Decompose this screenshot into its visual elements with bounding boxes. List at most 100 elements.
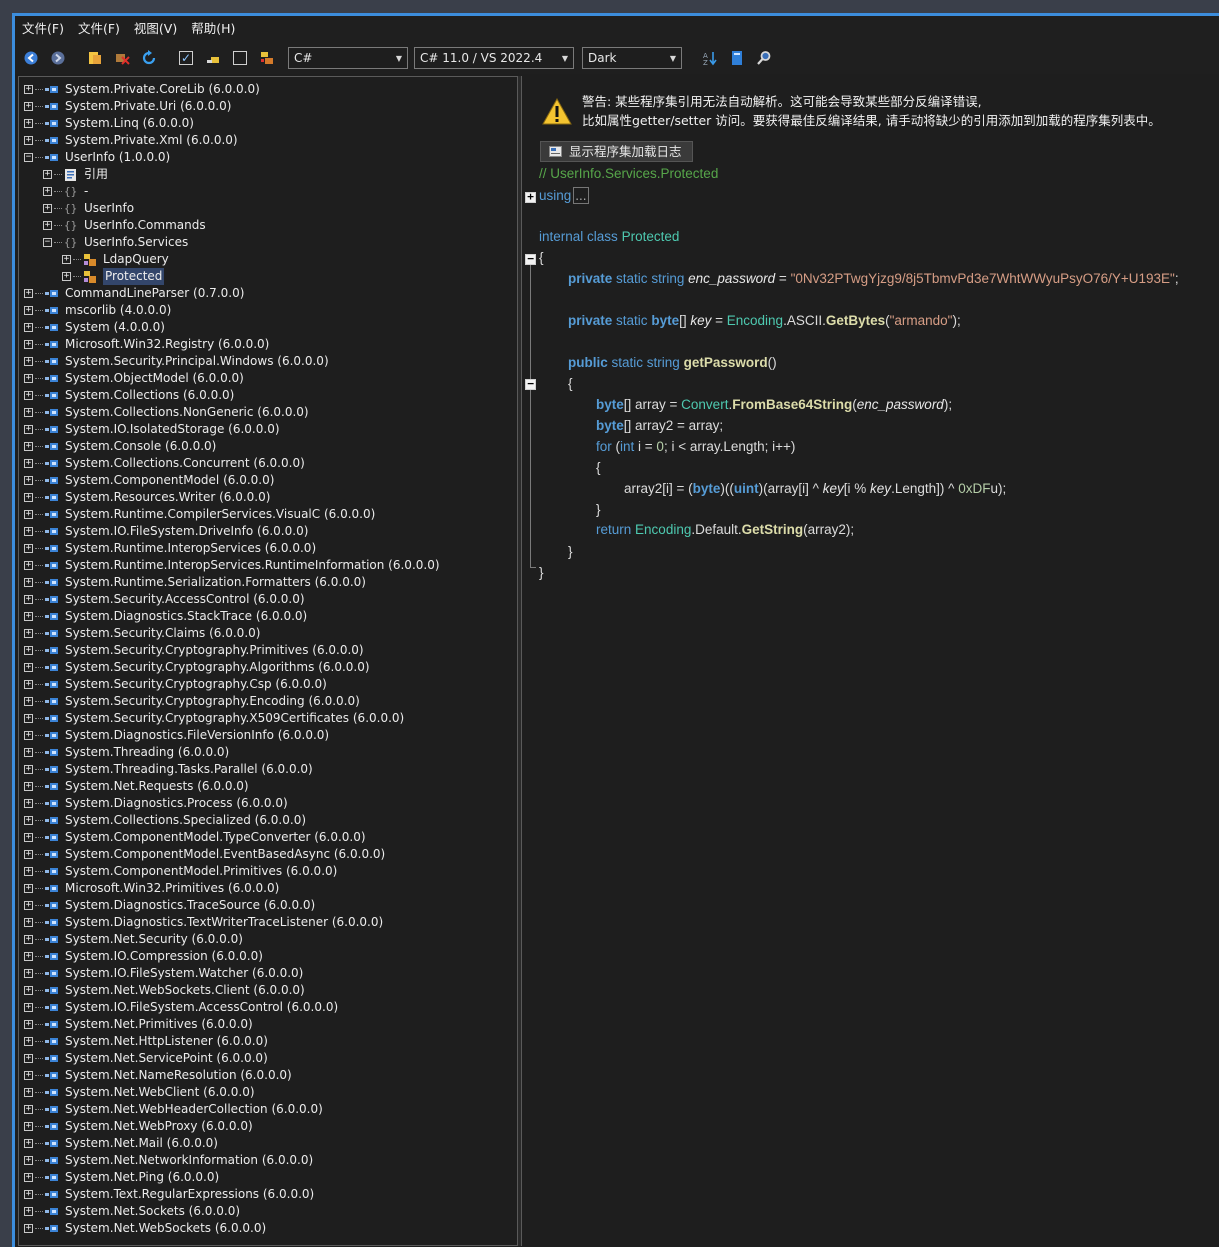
tree-row[interactable]: + System.Diagnostics.StackTrace (6.0.0.0) bbox=[24, 608, 307, 625]
expand-icon[interactable]: + bbox=[24, 1003, 33, 1012]
tree-row[interactable]: + System.Net.Requests (6.0.0.0) bbox=[24, 778, 249, 795]
expand-icon[interactable]: + bbox=[24, 459, 33, 468]
back-button[interactable] bbox=[20, 47, 42, 69]
tree-row[interactable]: − {} UserInfo.Services bbox=[43, 234, 188, 251]
tree-row[interactable]: + System.Security.Cryptography.Algorithms… bbox=[24, 659, 370, 676]
tree-row[interactable]: + System.Net.Ping (6.0.0.0) bbox=[24, 1169, 219, 1186]
expand-icon[interactable]: + bbox=[24, 1037, 33, 1046]
sort-button[interactable]: AZ bbox=[699, 47, 721, 69]
expand-icon[interactable]: + bbox=[24, 102, 33, 111]
tree-row[interactable]: + System.Security.Cryptography.Encoding (… bbox=[24, 693, 360, 710]
tree-row[interactable]: + System.Security.Cryptography.Primitives… bbox=[24, 642, 364, 659]
tree-row[interactable]: + System.Threading (6.0.0.0) bbox=[24, 744, 229, 761]
tree-row[interactable]: + {} UserInfo bbox=[43, 200, 134, 217]
expand-icon[interactable]: + bbox=[24, 782, 33, 791]
tree-row[interactable]: + System.Private.CoreLib (6.0.0.0) bbox=[24, 81, 260, 98]
expand-icon[interactable]: + bbox=[24, 850, 33, 859]
expand-icon[interactable]: + bbox=[24, 595, 33, 604]
tree-row[interactable]: + System.Net.WebClient (6.0.0.0) bbox=[24, 1084, 255, 1101]
tree-row[interactable]: + System.Security.Claims (6.0.0.0) bbox=[24, 625, 260, 642]
expand-icon[interactable]: + bbox=[24, 527, 33, 536]
tree-row[interactable]: + {} UserInfo.Commands bbox=[43, 217, 206, 234]
expand-icon[interactable]: + bbox=[24, 714, 33, 723]
tree-row[interactable]: + System.Net.NetworkInformation (6.0.0.0) bbox=[24, 1152, 313, 1169]
expand-icon[interactable]: + bbox=[24, 765, 33, 774]
tree-row[interactable]: + System.Private.Xml (6.0.0.0) bbox=[24, 132, 238, 149]
expand-icon[interactable]: + bbox=[24, 646, 33, 655]
expand-icon[interactable]: + bbox=[24, 561, 33, 570]
tree-row[interactable]: + System.IO.FileSystem.AccessControl (6.0… bbox=[24, 999, 338, 1016]
expand-icon[interactable]: + bbox=[24, 289, 33, 298]
show-load-log-button[interactable]: 显示程序集加载日志 bbox=[540, 141, 693, 162]
expand-icon[interactable]: + bbox=[24, 1207, 33, 1216]
version-select[interactable]: C# 11.0 / VS 2022.4 ▼ bbox=[414, 47, 574, 69]
expand-icon[interactable]: + bbox=[24, 748, 33, 757]
expand-icon[interactable]: + bbox=[43, 221, 52, 230]
expand-icon[interactable]: + bbox=[24, 1224, 33, 1233]
menu-file[interactable]: 文件(F) bbox=[15, 16, 71, 42]
expand-icon[interactable]: + bbox=[62, 272, 71, 281]
tree-row[interactable]: + System.Collections (6.0.0.0) bbox=[24, 387, 234, 404]
collapse-icon[interactable]: − bbox=[24, 153, 33, 162]
tree-row[interactable]: + System.IO.Compression (6.0.0.0) bbox=[24, 948, 263, 965]
language-select[interactable]: C# ▼ bbox=[288, 47, 408, 69]
tree-row[interactable]: + System.Runtime.Serialization.Formatters… bbox=[24, 574, 366, 591]
tree-row[interactable]: + System.Security.Cryptography.Csp (6.0.0… bbox=[24, 676, 327, 693]
tree-row[interactable]: + System.Resources.Writer (6.0.0.0) bbox=[24, 489, 270, 506]
tree-row[interactable]: + System.Private.Uri (6.0.0.0) bbox=[24, 98, 231, 115]
tree-row[interactable]: + System.Net.WebHeaderCollection (6.0.0.0… bbox=[24, 1101, 323, 1118]
show-internal-toggle[interactable]: ✓ bbox=[175, 47, 197, 69]
tree-row[interactable]: + System.Security.AccessControl (6.0.0.0) bbox=[24, 591, 305, 608]
unload-button[interactable] bbox=[111, 47, 133, 69]
expand-icon[interactable]: + bbox=[24, 357, 33, 366]
tree-row[interactable]: + System.Diagnostics.FileVersionInfo (6.0… bbox=[24, 727, 329, 744]
tree-row[interactable]: + System.Collections.NonGeneric (6.0.0.0) bbox=[24, 404, 309, 421]
expand-icon[interactable]: + bbox=[24, 136, 33, 145]
tree-row[interactable]: + System.Diagnostics.Process (6.0.0.0) bbox=[24, 795, 288, 812]
tree-row[interactable]: + System.Net.NameResolution (6.0.0.0) bbox=[24, 1067, 292, 1084]
tree-row[interactable]: + System.Runtime.InteropServices.RuntimeI… bbox=[24, 557, 440, 574]
show-all-toggle[interactable] bbox=[229, 47, 251, 69]
expand-icon[interactable]: + bbox=[24, 867, 33, 876]
code-view[interactable]: 警告: 某些程序集引用无法自动解析。这可能会导致某些部分反编译错误, 比如属性g… bbox=[521, 76, 1219, 1246]
tree-row[interactable]: + System (4.0.0.0) bbox=[24, 319, 165, 336]
tree-row[interactable]: + System.Net.WebSockets (6.0.0.0) bbox=[24, 1220, 266, 1237]
tree-row[interactable]: + System.Net.Security (6.0.0.0) bbox=[24, 931, 243, 948]
tree-row[interactable]: + System.Security.Principal.Windows (6.0.… bbox=[24, 353, 329, 370]
expand-icon[interactable]: + bbox=[24, 510, 33, 519]
expand-icon[interactable]: + bbox=[24, 918, 33, 927]
expand-icon[interactable]: + bbox=[24, 323, 33, 332]
menu-help[interactable]: 帮助(H) bbox=[184, 16, 242, 42]
tree-row[interactable]: + System.Diagnostics.TraceSource (6.0.0.0… bbox=[24, 897, 315, 914]
expand-icon[interactable]: + bbox=[24, 1105, 33, 1114]
expand-icon[interactable]: + bbox=[24, 442, 33, 451]
tree-row[interactable]: + System.Linq (6.0.0.0) bbox=[24, 115, 194, 132]
tree-row[interactable]: + System.ComponentModel (6.0.0.0) bbox=[24, 472, 274, 489]
tree-row[interactable]: + System.Console (6.0.0.0) bbox=[24, 438, 216, 455]
tree-row[interactable]: + System.Security.Cryptography.X509Certif… bbox=[24, 710, 404, 727]
expand-icon[interactable]: + bbox=[24, 833, 33, 842]
tree-row[interactable]: + System.IO.IsolatedStorage (6.0.0.0) bbox=[24, 421, 280, 438]
expand-icon[interactable]: + bbox=[24, 731, 33, 740]
expand-icon[interactable]: + bbox=[24, 986, 33, 995]
expand-icon[interactable]: + bbox=[24, 663, 33, 672]
collapse-class-icon[interactable]: − bbox=[525, 253, 536, 265]
expand-icon[interactable]: + bbox=[24, 119, 33, 128]
assembly-tree[interactable]: + System.Private.CoreLib (6.0.0.0) + System… bbox=[18, 76, 518, 1246]
tree-row[interactable]: + System.Text.RegularExpressions (6.0.0.0… bbox=[24, 1186, 314, 1203]
reload-button[interactable] bbox=[138, 47, 160, 69]
expand-icon[interactable]: + bbox=[24, 816, 33, 825]
tree-row[interactable]: + System.Runtime.CompilerServices.VisualC… bbox=[24, 506, 375, 523]
forward-button[interactable] bbox=[47, 47, 69, 69]
expand-icon[interactable]: + bbox=[24, 544, 33, 553]
tree-row[interactable]: + System.ComponentModel.EventBasedAsync (… bbox=[24, 846, 385, 863]
tree-row[interactable]: + System.ObjectModel (6.0.0.0) bbox=[24, 370, 244, 387]
internal-types-icon-btn[interactable] bbox=[202, 47, 224, 69]
expand-icon[interactable]: + bbox=[24, 391, 33, 400]
expand-icon[interactable]: + bbox=[24, 799, 33, 808]
book-button[interactable] bbox=[726, 47, 748, 69]
expand-icon[interactable]: + bbox=[24, 374, 33, 383]
tree-row[interactable]: + System.IO.FileSystem.DriveInfo (6.0.0.0… bbox=[24, 523, 308, 540]
expand-icon[interactable]: + bbox=[24, 1122, 33, 1131]
expand-icon[interactable]: + bbox=[24, 1156, 33, 1165]
